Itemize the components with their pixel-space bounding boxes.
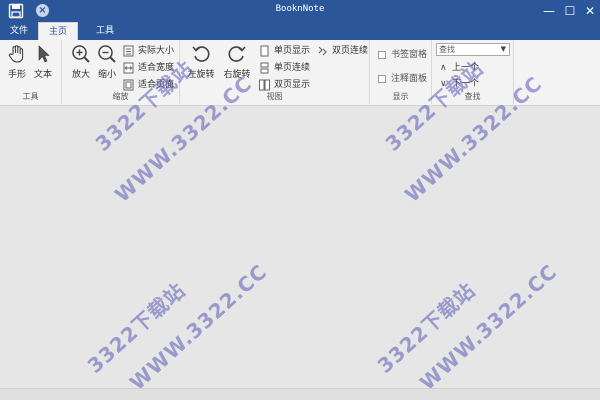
annotation-pane-checkbox-box[interactable] (378, 75, 386, 83)
double-continuous-button[interactable]: 双页连续 (317, 44, 368, 58)
minimize-button[interactable]: — (540, 2, 558, 20)
hand-icon (8, 45, 24, 63)
cursor-icon (38, 45, 50, 63)
search-input-placeholder: 查找 (439, 45, 455, 54)
tools-group: 手形 文本 工具 (0, 40, 62, 104)
text-tool-button[interactable]: 文本 (28, 44, 58, 84)
title-bar: × BooknNote — ☐ ✕ (0, 0, 600, 22)
annotation-pane-checkbox[interactable]: 注释面板 (378, 72, 427, 86)
double-page-label: 双页显示 (274, 80, 311, 90)
double-page-button[interactable]: 双页显示 (259, 78, 310, 92)
single-continuous-label: 单页连续 (274, 63, 311, 73)
actual-size-button[interactable]: 实际大小 (123, 44, 174, 58)
double-continuous-icon (318, 46, 327, 56)
tab-file[interactable]: 文件 (0, 22, 38, 40)
view-group: 左旋转 右旋转 单页显示 单页连续 双页显示 双页连续 视图 (180, 40, 370, 104)
actual-size-icon (123, 45, 134, 57)
tab-bar: 文件 主页 工具 (0, 22, 600, 40)
single-continuous-button[interactable]: 单页连续 (259, 61, 310, 75)
bookmark-pane-checkbox-box[interactable] (378, 51, 386, 59)
tab-tools[interactable]: 工具 (86, 22, 124, 40)
close-button[interactable]: ✕ (581, 2, 599, 20)
tab-home[interactable]: 主页 (38, 22, 79, 40)
status-bar (0, 388, 600, 400)
app-title: BooknNote (275, 4, 325, 14)
maximize-button[interactable]: ☐ (561, 2, 579, 20)
annotation-pane-label: 注释面板 (391, 74, 428, 84)
rotate-left-icon (192, 46, 210, 62)
zoom-out-icon (98, 45, 116, 63)
single-continuous-icon (260, 62, 269, 74)
chevron-down-icon[interactable]: ▼ (501, 44, 506, 55)
single-page-label: 单页显示 (274, 46, 311, 56)
single-page-button[interactable]: 单页显示 (259, 44, 310, 58)
single-page-icon (260, 45, 269, 57)
text-tool-label: 文本 (33, 70, 52, 80)
rotate-right-icon (228, 46, 246, 62)
document-workspace[interactable]: 3322下载站 WWW.3322.CC 3322下载站 WWW.3322.CC … (0, 56, 600, 395)
zoom-out-label: 缩小 (97, 70, 116, 80)
tools-group-label: 工具 (22, 92, 39, 101)
actual-size-label: 实际大小 (138, 46, 175, 56)
zoom-in-icon (72, 45, 90, 63)
bookmark-pane-label: 书签窗格 (391, 50, 428, 60)
search-input[interactable]: 查找 ▼ (436, 43, 510, 56)
zoom-out-button[interactable]: 缩小 (92, 44, 122, 84)
fit-page-icon (123, 79, 134, 91)
double-page-icon (259, 79, 270, 91)
double-continuous-label: 双页连续 (332, 46, 369, 56)
fit-width-icon (123, 62, 134, 74)
bookmark-pane-checkbox[interactable]: 书签窗格 (378, 48, 427, 62)
